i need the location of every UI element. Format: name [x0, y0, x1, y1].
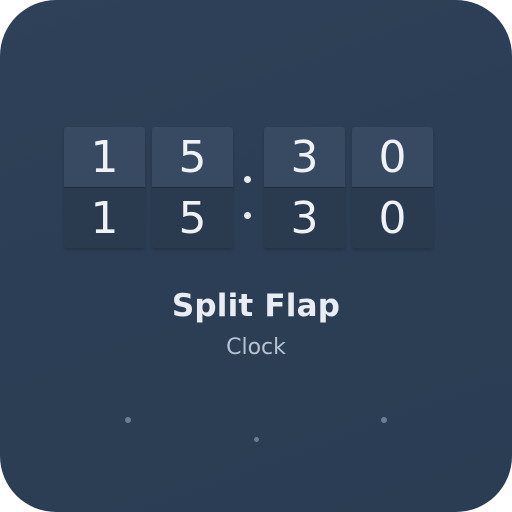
flap-bottom-half: 5 [152, 188, 233, 248]
flap-display: 1 1 5 5 3 3 0 0 [64, 127, 436, 249]
flap-hour-ones: 5 5 [152, 127, 233, 248]
decorative-dot-right [381, 417, 387, 423]
flap-bottom-half: 0 [352, 188, 433, 248]
separator-dot-bottom [244, 212, 251, 219]
app-title: Split Flap [171, 288, 341, 324]
digit-minute-tens-top: 3 [290, 131, 319, 183]
flap-top-half: 3 [264, 127, 345, 187]
separator-dot-top [244, 176, 251, 183]
flap-top-half: 0 [352, 127, 433, 187]
flap-minute-ones: 0 0 [352, 127, 433, 248]
digit-hour-ones-bottom: 5 [178, 192, 207, 244]
digit-minute-tens-bottom: 3 [290, 192, 319, 244]
flap-hour-tens: 1 1 [64, 127, 145, 248]
digit-hour-ones-top: 5 [178, 131, 207, 183]
decorative-dot-left [125, 417, 131, 423]
flap-bottom-half: 3 [264, 188, 345, 248]
app-icon-tile[interactable]: 1 1 5 5 3 3 0 0 Split Flap Clock [0, 0, 512, 512]
flap-top-half: 1 [64, 127, 145, 187]
flap-top-half: 5 [152, 127, 233, 187]
digit-minute-ones-bottom: 0 [378, 192, 407, 244]
digit-minute-ones-top: 0 [378, 131, 407, 183]
flap-minute-tens: 3 3 [264, 127, 345, 248]
decorative-dot-center [254, 437, 259, 442]
app-subtitle: Clock [226, 335, 286, 360]
digit-hour-tens-top: 1 [90, 131, 119, 183]
digit-hour-tens-bottom: 1 [90, 192, 119, 244]
flap-bottom-half: 1 [64, 188, 145, 248]
